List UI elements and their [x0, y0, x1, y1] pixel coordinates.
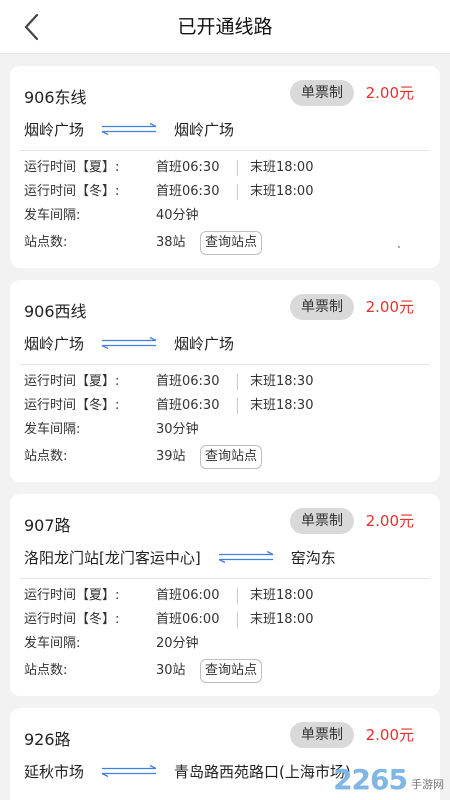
route-price: 2.00元 [365, 726, 414, 744]
route-endpoints: 延秋市场 青岛路西苑路口(上海市场) [24, 760, 351, 782]
stray-dot [398, 246, 400, 248]
double-arrow-icon [217, 551, 275, 563]
route-name: 906西线 [24, 302, 87, 321]
app-header: 已开通线路 [0, 0, 450, 54]
winter-last-bus: 末班18:30 [250, 398, 314, 413]
route-name: 906东线 [24, 88, 87, 107]
route-schedule: 运行时间【夏】: 首班06:00 末班18:00 运行时间【冬】: 首班06:0… [24, 584, 426, 686]
divider [20, 364, 430, 365]
interval-label: 发车间隔: [24, 422, 81, 437]
winter-schedule: 运行时间【冬】: 首班06:30 末班18:30 [24, 394, 426, 418]
stops-label: 站点数: [24, 449, 68, 464]
route-start: 洛阳龙门站[龙门客运中心] [24, 548, 201, 567]
stops-row: 站点数: 30站 查询站点 [24, 656, 426, 686]
divider [20, 578, 430, 579]
winter-label: 运行时间【冬】: [24, 612, 120, 627]
winter-label: 运行时间【冬】: [24, 184, 120, 199]
divider [20, 150, 430, 151]
interval-label: 发车间隔: [24, 208, 81, 223]
route-price: 2.00元 [365, 512, 414, 530]
route-price: 2.00元 [365, 298, 414, 316]
route-end: 窑沟东 [290, 548, 336, 567]
stops-count: 30站 [156, 663, 186, 678]
route-card[interactable]: 907路 单票制 2.00元 洛阳龙门站[龙门客运中心] 窑沟东 运行时间【夏】… [10, 494, 440, 696]
double-arrow-icon [100, 765, 158, 777]
stops-count: 38站 [156, 235, 186, 250]
separator [237, 374, 238, 390]
query-stops-button[interactable]: 查询站点 [200, 445, 263, 469]
route-start: 延秋市场 [24, 762, 85, 781]
route-list[interactable]: 906东线 单票制 2.00元 烟岭广场 烟岭广场 运行时间【夏】: 首班06:… [0, 54, 450, 800]
winter-last-bus: 末班18:00 [250, 612, 314, 627]
stops-label: 站点数: [24, 663, 68, 678]
route-endpoints: 烟岭广场 烟岭广场 [24, 332, 234, 354]
winter-schedule: 运行时间【冬】: 首班06:30 末班18:00 [24, 180, 426, 204]
summer-label: 运行时间【夏】: [24, 588, 120, 603]
summer-first-bus: 首班06:30 [156, 374, 220, 389]
summer-last-bus: 末班18:00 [250, 588, 314, 603]
summer-first-bus: 首班06:00 [156, 588, 220, 603]
stops-row: 站点数: 38站 查询站点 [24, 228, 426, 258]
winter-label: 运行时间【冬】: [24, 398, 120, 413]
route-start: 烟岭广场 [24, 120, 85, 139]
summer-schedule: 运行时间【夏】: 首班06:00 末班18:00 [24, 584, 426, 608]
interval-label: 发车间隔: [24, 636, 81, 651]
interval-value: 20分钟 [156, 636, 199, 651]
site-watermark: 2265 手游网 [333, 763, 444, 796]
route-card[interactable]: 906西线 单票制 2.00元 烟岭广场 烟岭广场 运行时间【夏】: 首班06:… [10, 280, 440, 482]
route-end: 烟岭广场 [174, 120, 235, 139]
interval-row: 发车间隔: 40分钟 [24, 204, 426, 228]
double-arrow-icon [100, 123, 158, 135]
summer-label: 运行时间【夏】: [24, 160, 120, 175]
winter-first-bus: 首班06:30 [156, 398, 220, 413]
interval-row: 发车间隔: 30分钟 [24, 418, 426, 442]
route-endpoints: 烟岭广场 烟岭广场 [24, 118, 234, 140]
winter-first-bus: 首班06:00 [156, 612, 220, 627]
fare-type-badge: 单票制 [290, 80, 354, 106]
fare-type-badge: 单票制 [290, 722, 354, 748]
stops-label: 站点数: [24, 235, 68, 250]
summer-label: 运行时间【夏】: [24, 374, 120, 389]
fare-type-badge: 单票制 [290, 508, 354, 534]
route-schedule: 运行时间【夏】: 首班06:30 末班18:00 运行时间【冬】: 首班06:3… [24, 156, 426, 258]
stops-row: 站点数: 39站 查询站点 [24, 442, 426, 472]
route-price: 2.00元 [365, 84, 414, 102]
summer-first-bus: 首班06:30 [156, 160, 220, 175]
separator [237, 184, 238, 200]
separator [237, 398, 238, 414]
summer-schedule: 运行时间【夏】: 首班06:30 末班18:00 [24, 156, 426, 180]
route-end: 烟岭广场 [174, 334, 235, 353]
summer-last-bus: 末班18:30 [250, 374, 314, 389]
route-endpoints: 洛阳龙门站[龙门客运中心] 窑沟东 [24, 546, 336, 568]
winter-last-bus: 末班18:00 [250, 184, 314, 199]
interval-value: 40分钟 [156, 208, 199, 223]
interval-row: 发车间隔: 20分钟 [24, 632, 426, 656]
winter-schedule: 运行时间【冬】: 首班06:00 末班18:00 [24, 608, 426, 632]
route-schedule: 运行时间【夏】: 首班06:30 末班18:30 运行时间【冬】: 首班06:3… [24, 370, 426, 472]
fare-type-badge: 单票制 [290, 294, 354, 320]
query-stops-button[interactable]: 查询站点 [200, 231, 263, 255]
separator [237, 160, 238, 176]
double-arrow-icon [100, 337, 158, 349]
watermark-site: 手游网 [411, 778, 444, 791]
winter-first-bus: 首班06:30 [156, 184, 220, 199]
stops-count: 39站 [156, 449, 186, 464]
separator [237, 588, 238, 604]
route-end: 青岛路西苑路口(上海市场) [174, 762, 351, 781]
separator [237, 612, 238, 628]
route-card[interactable]: 906东线 单票制 2.00元 烟岭广场 烟岭广场 运行时间【夏】: 首班06:… [10, 66, 440, 268]
route-start: 烟岭广场 [24, 334, 85, 353]
summer-schedule: 运行时间【夏】: 首班06:30 末班18:30 [24, 370, 426, 394]
watermark-number: 2265 [333, 763, 408, 796]
route-name: 926路 [24, 730, 71, 749]
interval-value: 30分钟 [156, 422, 199, 437]
page-title: 已开通线路 [177, 16, 273, 38]
query-stops-button[interactable]: 查询站点 [200, 659, 263, 683]
summer-last-bus: 末班18:00 [250, 160, 314, 175]
route-name: 907路 [24, 516, 71, 535]
